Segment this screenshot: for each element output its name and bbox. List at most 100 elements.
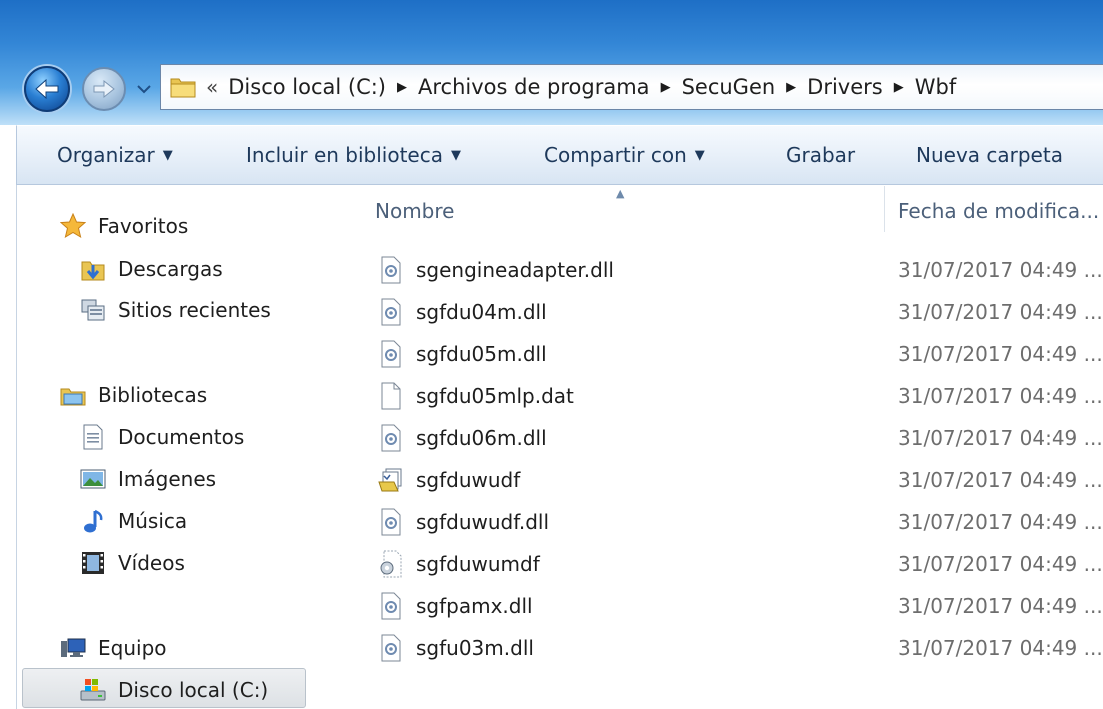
file-date: 31/07/2017 04:49 ... bbox=[898, 342, 1103, 366]
downloads-folder-icon bbox=[80, 256, 106, 282]
file-row[interactable]: sgfduwudf 31/07/2017 04:49 ... bbox=[378, 459, 1103, 501]
file-date: 31/07/2017 04:49 ... bbox=[898, 510, 1103, 534]
breadcrumb-secugen[interactable]: SecuGen bbox=[682, 75, 776, 99]
file-row[interactable]: sgfdu05mlp.dat 31/07/2017 04:49 ... bbox=[378, 375, 1103, 417]
nav-label: Bibliotecas bbox=[98, 383, 208, 407]
computer-icon bbox=[60, 635, 86, 661]
burn-label: Grabar bbox=[786, 143, 856, 167]
dll-icon bbox=[378, 297, 404, 327]
nav-item-disco-local[interactable]: Disco local (C:) bbox=[80, 672, 268, 708]
drive-icon bbox=[80, 677, 106, 703]
nav-item-documentos[interactable]: Documentos bbox=[80, 419, 244, 455]
libraries-icon bbox=[60, 382, 86, 408]
music-note-icon bbox=[80, 508, 106, 534]
file-row[interactable]: sgfduwumdf 31/07/2017 04:49 ... bbox=[378, 543, 1103, 585]
breadcrumb-wbf[interactable]: Wbf bbox=[915, 75, 957, 99]
nav-item-favoritos[interactable]: Favoritos bbox=[60, 208, 188, 244]
dll-icon bbox=[378, 633, 404, 663]
file-date: 31/07/2017 04:49 ... bbox=[898, 426, 1103, 450]
navigation-pane-border bbox=[16, 185, 17, 709]
dll-icon bbox=[378, 507, 404, 537]
dropdown-arrow-icon: ▼ bbox=[162, 147, 173, 163]
file-date: 31/07/2017 04:49 ... bbox=[898, 468, 1103, 492]
nav-item-imagenes[interactable]: Imágenes bbox=[80, 461, 216, 497]
file-name: sgfduwumdf bbox=[416, 552, 540, 576]
address-overflow[interactable]: « bbox=[206, 75, 218, 99]
breadcrumb-drivers[interactable]: Drivers bbox=[807, 75, 883, 99]
share-label: Compartir con bbox=[544, 143, 687, 167]
dll-icon bbox=[378, 255, 404, 285]
nav-label: Imágenes bbox=[118, 467, 217, 491]
file-name: sgfu03m.dll bbox=[416, 636, 534, 660]
file-name: sgengineadapter.dll bbox=[416, 258, 614, 282]
column-header-date[interactable]: Fecha de modifica... bbox=[898, 199, 1099, 223]
file-name: sgfdu06m.dll bbox=[416, 426, 547, 450]
nav-label: Documentos bbox=[118, 425, 245, 449]
sort-ascending-icon: ▲ bbox=[616, 187, 625, 200]
file-name: sgfpamx.dll bbox=[416, 594, 533, 618]
breadcrumb-separator-icon[interactable]: ▶ bbox=[786, 80, 796, 95]
nav-label: Vídeos bbox=[118, 551, 185, 575]
breadcrumb-separator-icon[interactable]: ▶ bbox=[894, 80, 904, 95]
command-bar: Organizar ▼ Incluir en biblioteca ▼ Comp… bbox=[16, 125, 1103, 185]
file-row[interactable]: sgfdu06m.dll 31/07/2017 04:49 ... bbox=[378, 417, 1103, 459]
recent-places-icon bbox=[80, 297, 106, 323]
nav-label: Descargas bbox=[118, 257, 223, 281]
nav-item-descargas[interactable]: Descargas bbox=[80, 251, 223, 287]
nav-item-videos[interactable]: Vídeos bbox=[80, 545, 185, 581]
column-divider[interactable] bbox=[884, 186, 885, 232]
nav-item-sitios-recientes[interactable]: Sitios recientes bbox=[80, 292, 271, 328]
breadcrumb-archivos-de-programa[interactable]: Archivos de programa bbox=[418, 75, 650, 99]
file-row[interactable]: sgfduwudf.dll 31/07/2017 04:49 ... bbox=[378, 501, 1103, 543]
file-date: 31/07/2017 04:49 ... bbox=[898, 258, 1103, 282]
nav-label: Favoritos bbox=[98, 214, 189, 238]
file-name: sgfdu04m.dll bbox=[416, 300, 547, 324]
breadcrumb-disco-local[interactable]: Disco local (C:) bbox=[228, 75, 386, 99]
file-date: 31/07/2017 04:49 ... bbox=[898, 636, 1103, 660]
pictures-icon bbox=[80, 466, 106, 492]
film-strip-icon bbox=[80, 550, 106, 576]
breadcrumb-separator-icon[interactable]: ▶ bbox=[397, 80, 407, 95]
file-date: 31/07/2017 04:49 ... bbox=[898, 300, 1103, 324]
file-date: 31/07/2017 04:49 ... bbox=[898, 594, 1103, 618]
forward-button[interactable] bbox=[82, 67, 126, 111]
star-icon bbox=[60, 213, 86, 239]
dropdown-arrow-icon: ▼ bbox=[694, 147, 705, 163]
include-in-library-button[interactable]: Incluir en biblioteca ▼ bbox=[246, 143, 461, 167]
nav-item-musica[interactable]: Música bbox=[80, 503, 187, 539]
share-with-button[interactable]: Compartir con ▼ bbox=[544, 143, 705, 167]
back-button[interactable] bbox=[24, 66, 70, 112]
file-row[interactable]: sgfdu04m.dll 31/07/2017 04:49 ... bbox=[378, 291, 1103, 333]
column-header-name[interactable]: Nombre bbox=[375, 199, 454, 223]
file-row[interactable]: sgfpamx.dll 31/07/2017 04:49 ... bbox=[378, 585, 1103, 627]
blank-file-icon bbox=[378, 381, 404, 411]
file-name: sgfduwudf bbox=[416, 468, 521, 492]
file-row[interactable]: sgengineadapter.dll 31/07/2017 04:49 ... bbox=[378, 249, 1103, 291]
breadcrumb-separator-icon[interactable]: ▶ bbox=[661, 80, 671, 95]
nav-label: Equipo bbox=[98, 636, 167, 660]
include-label: Incluir en biblioteca bbox=[246, 143, 443, 167]
dll-icon bbox=[378, 591, 404, 621]
file-row[interactable]: sgfu03m.dll 31/07/2017 04:49 ... bbox=[378, 627, 1103, 669]
address-bar[interactable]: « Disco local (C:) ▶ Archivos de program… bbox=[160, 64, 1103, 110]
nav-item-bibliotecas[interactable]: Bibliotecas bbox=[60, 377, 207, 413]
organize-button[interactable]: Organizar ▼ bbox=[57, 143, 173, 167]
nav-label: Sitios recientes bbox=[118, 298, 271, 322]
nav-item-equipo[interactable]: Equipo bbox=[60, 630, 167, 666]
nav-label: Disco local (C:) bbox=[118, 678, 269, 702]
setup-info-icon bbox=[378, 465, 404, 495]
burn-button[interactable]: Grabar bbox=[786, 143, 855, 167]
chevron-down-icon bbox=[137, 85, 151, 94]
file-date: 31/07/2017 04:49 ... bbox=[898, 552, 1103, 576]
new-folder-button[interactable]: Nueva carpeta bbox=[916, 143, 1063, 167]
file-date: 31/07/2017 04:49 ... bbox=[898, 384, 1103, 408]
arrow-left-icon bbox=[35, 78, 59, 100]
file-row[interactable]: sgfdu05m.dll 31/07/2017 04:49 ... bbox=[378, 333, 1103, 375]
new-folder-label: Nueva carpeta bbox=[916, 143, 1063, 167]
organize-label: Organizar bbox=[57, 143, 155, 167]
file-name: sgfduwudf.dll bbox=[416, 510, 550, 534]
recent-pages-dropdown[interactable] bbox=[133, 80, 155, 98]
dropdown-arrow-icon: ▼ bbox=[450, 147, 461, 163]
file-name: sgfdu05m.dll bbox=[416, 342, 547, 366]
file-name: sgfdu05mlp.dat bbox=[416, 384, 574, 408]
